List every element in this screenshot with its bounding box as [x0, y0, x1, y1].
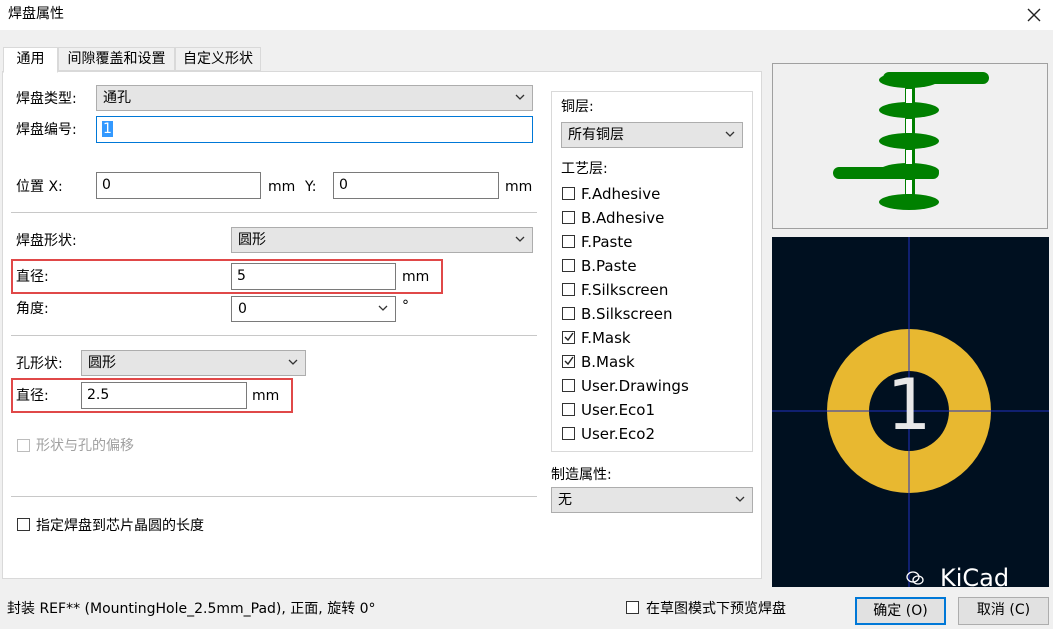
- chevron-down-icon: [735, 496, 745, 502]
- pad-preview: 1 KiCad: [772, 237, 1049, 592]
- pad-number-display: 1: [886, 364, 932, 446]
- copper-layer-label: 铜层:: [561, 99, 594, 115]
- layer-label: B.Mask: [581, 353, 635, 371]
- position-y-label: Y:: [305, 179, 317, 195]
- fab-property-select[interactable]: 无: [551, 487, 753, 513]
- pad-shape-label: 焊盘形状:: [16, 233, 77, 249]
- pad-type-label: 焊盘类型:: [16, 91, 77, 107]
- diameter-label: 直径:: [16, 269, 49, 285]
- pad-shape-value: 圆形: [238, 232, 266, 248]
- tab-clearance[interactable]: 间隙覆盖和设置: [58, 47, 175, 71]
- diameter-value: 5: [237, 268, 246, 284]
- chevron-down-icon: [515, 236, 525, 242]
- angle-value: 0: [238, 301, 247, 317]
- pad-stack-drawing: [833, 72, 989, 210]
- angle-select[interactable]: 0: [231, 296, 396, 322]
- hole-diameter-value: 2.5: [87, 387, 110, 403]
- die-length-checkbox[interactable]: [17, 518, 30, 531]
- chevron-down-icon: [288, 359, 298, 365]
- hole-shape-select[interactable]: 圆形: [81, 350, 306, 376]
- copper-layer-value: 所有铜层: [568, 127, 624, 143]
- angle-unit: °: [402, 298, 409, 314]
- position-x-unit: mm: [268, 179, 296, 195]
- check-icon: [564, 332, 574, 342]
- status-text: 封装 REF** (MountingHole_2.5mm_Pad), 正面, 旋…: [7, 601, 376, 617]
- layer-checkbox[interactable]: [562, 259, 575, 272]
- copper-layer-select[interactable]: 所有铜层: [561, 122, 743, 148]
- hole-diameter-label: 直径:: [16, 388, 49, 404]
- layer-checkbox[interactable]: [562, 235, 575, 248]
- chevron-down-icon: [515, 94, 525, 100]
- position-y-value: 0: [339, 177, 348, 193]
- pad-number-input[interactable]: 1: [96, 116, 533, 143]
- tab-label: 自定义形状: [183, 51, 253, 67]
- diameter-input[interactable]: 5: [231, 263, 396, 290]
- tab-label: 通用: [16, 51, 45, 67]
- layer-checkbox[interactable]: [562, 403, 575, 416]
- diameter-unit: mm: [402, 269, 430, 285]
- hole-diameter-input[interactable]: 2.5: [81, 382, 247, 409]
- separator: [11, 335, 537, 336]
- pad-shape-select[interactable]: 圆形: [231, 227, 533, 253]
- ok-button[interactable]: 确定 (O): [855, 597, 946, 625]
- pad-type-value: 通孔: [103, 90, 131, 106]
- position-y-input[interactable]: 0: [333, 172, 499, 199]
- cancel-button[interactable]: 取消 (C): [958, 597, 1049, 625]
- layer-checkbox[interactable]: [562, 331, 575, 344]
- wechat-icon: [906, 569, 924, 587]
- position-x-input[interactable]: 0: [96, 172, 261, 199]
- layer-label: User.Eco2: [581, 425, 656, 443]
- separator: [11, 496, 537, 497]
- layer-checkbox[interactable]: [562, 187, 575, 200]
- layer-checkbox[interactable]: [562, 355, 575, 368]
- pad-number-label: 焊盘编号:: [16, 122, 77, 138]
- tab-general[interactable]: 通用: [3, 47, 58, 73]
- position-x-value: 0: [102, 177, 111, 193]
- offset-label: 形状与孔的偏移: [36, 438, 134, 454]
- layer-checkbox[interactable]: [562, 379, 575, 392]
- position-y-unit: mm: [505, 179, 533, 195]
- check-icon: [564, 356, 574, 366]
- layer-label: User.Eco1: [581, 401, 656, 419]
- fab-property-label: 制造属性:: [551, 467, 612, 483]
- chevron-down-icon: [725, 131, 735, 137]
- layer-label: F.Silkscreen: [581, 281, 669, 299]
- ok-button-label: 确定 (O): [873, 603, 928, 619]
- layer-checkbox[interactable]: [562, 211, 575, 224]
- layer-label: F.Adhesive: [581, 185, 661, 203]
- layer-label: B.Paste: [581, 257, 637, 275]
- offset-checkbox[interactable]: [17, 439, 30, 452]
- angle-label: 角度:: [16, 301, 49, 317]
- tab-label: 间隙覆盖和设置: [67, 51, 166, 67]
- layer-checkbox[interactable]: [562, 283, 575, 296]
- cancel-button-label: 取消 (C): [976, 602, 1031, 618]
- fab-property-value: 无: [558, 492, 572, 508]
- layer-label: F.Mask: [581, 329, 631, 347]
- sketch-mode-checkbox[interactable]: [626, 601, 639, 614]
- chevron-down-icon: [378, 305, 388, 311]
- layer-checkbox[interactable]: [562, 427, 575, 440]
- tab-custom-shape[interactable]: 自定义形状: [175, 47, 261, 71]
- layer-stack-preview: [772, 63, 1048, 229]
- pad-type-select[interactable]: 通孔: [96, 85, 533, 111]
- separator: [11, 212, 537, 213]
- layer-label: User.Drawings: [581, 377, 689, 395]
- pad-number-value: 1: [102, 121, 113, 137]
- close-icon: [1027, 8, 1041, 22]
- die-length-label: 指定焊盘到芯片晶圆的长度: [36, 518, 204, 534]
- title-bar: [0, 0, 1053, 30]
- kicad-watermark: KiCad: [940, 564, 1010, 592]
- layer-checkbox[interactable]: [562, 307, 575, 320]
- layer-label: B.Silkscreen: [581, 305, 673, 323]
- hole-shape-label: 孔形状:: [16, 356, 63, 372]
- close-button[interactable]: [1020, 1, 1048, 29]
- tech-layer-label: 工艺层:: [561, 161, 608, 177]
- position-x-label: 位置 X:: [16, 179, 63, 195]
- sketch-mode-label: 在草图模式下预览焊盘: [646, 601, 786, 617]
- layer-label: B.Adhesive: [581, 209, 665, 227]
- hole-diameter-unit: mm: [252, 388, 280, 404]
- layer-label: F.Paste: [581, 233, 633, 251]
- hole-shape-value: 圆形: [88, 355, 116, 371]
- window-title: 焊盘属性: [8, 6, 64, 22]
